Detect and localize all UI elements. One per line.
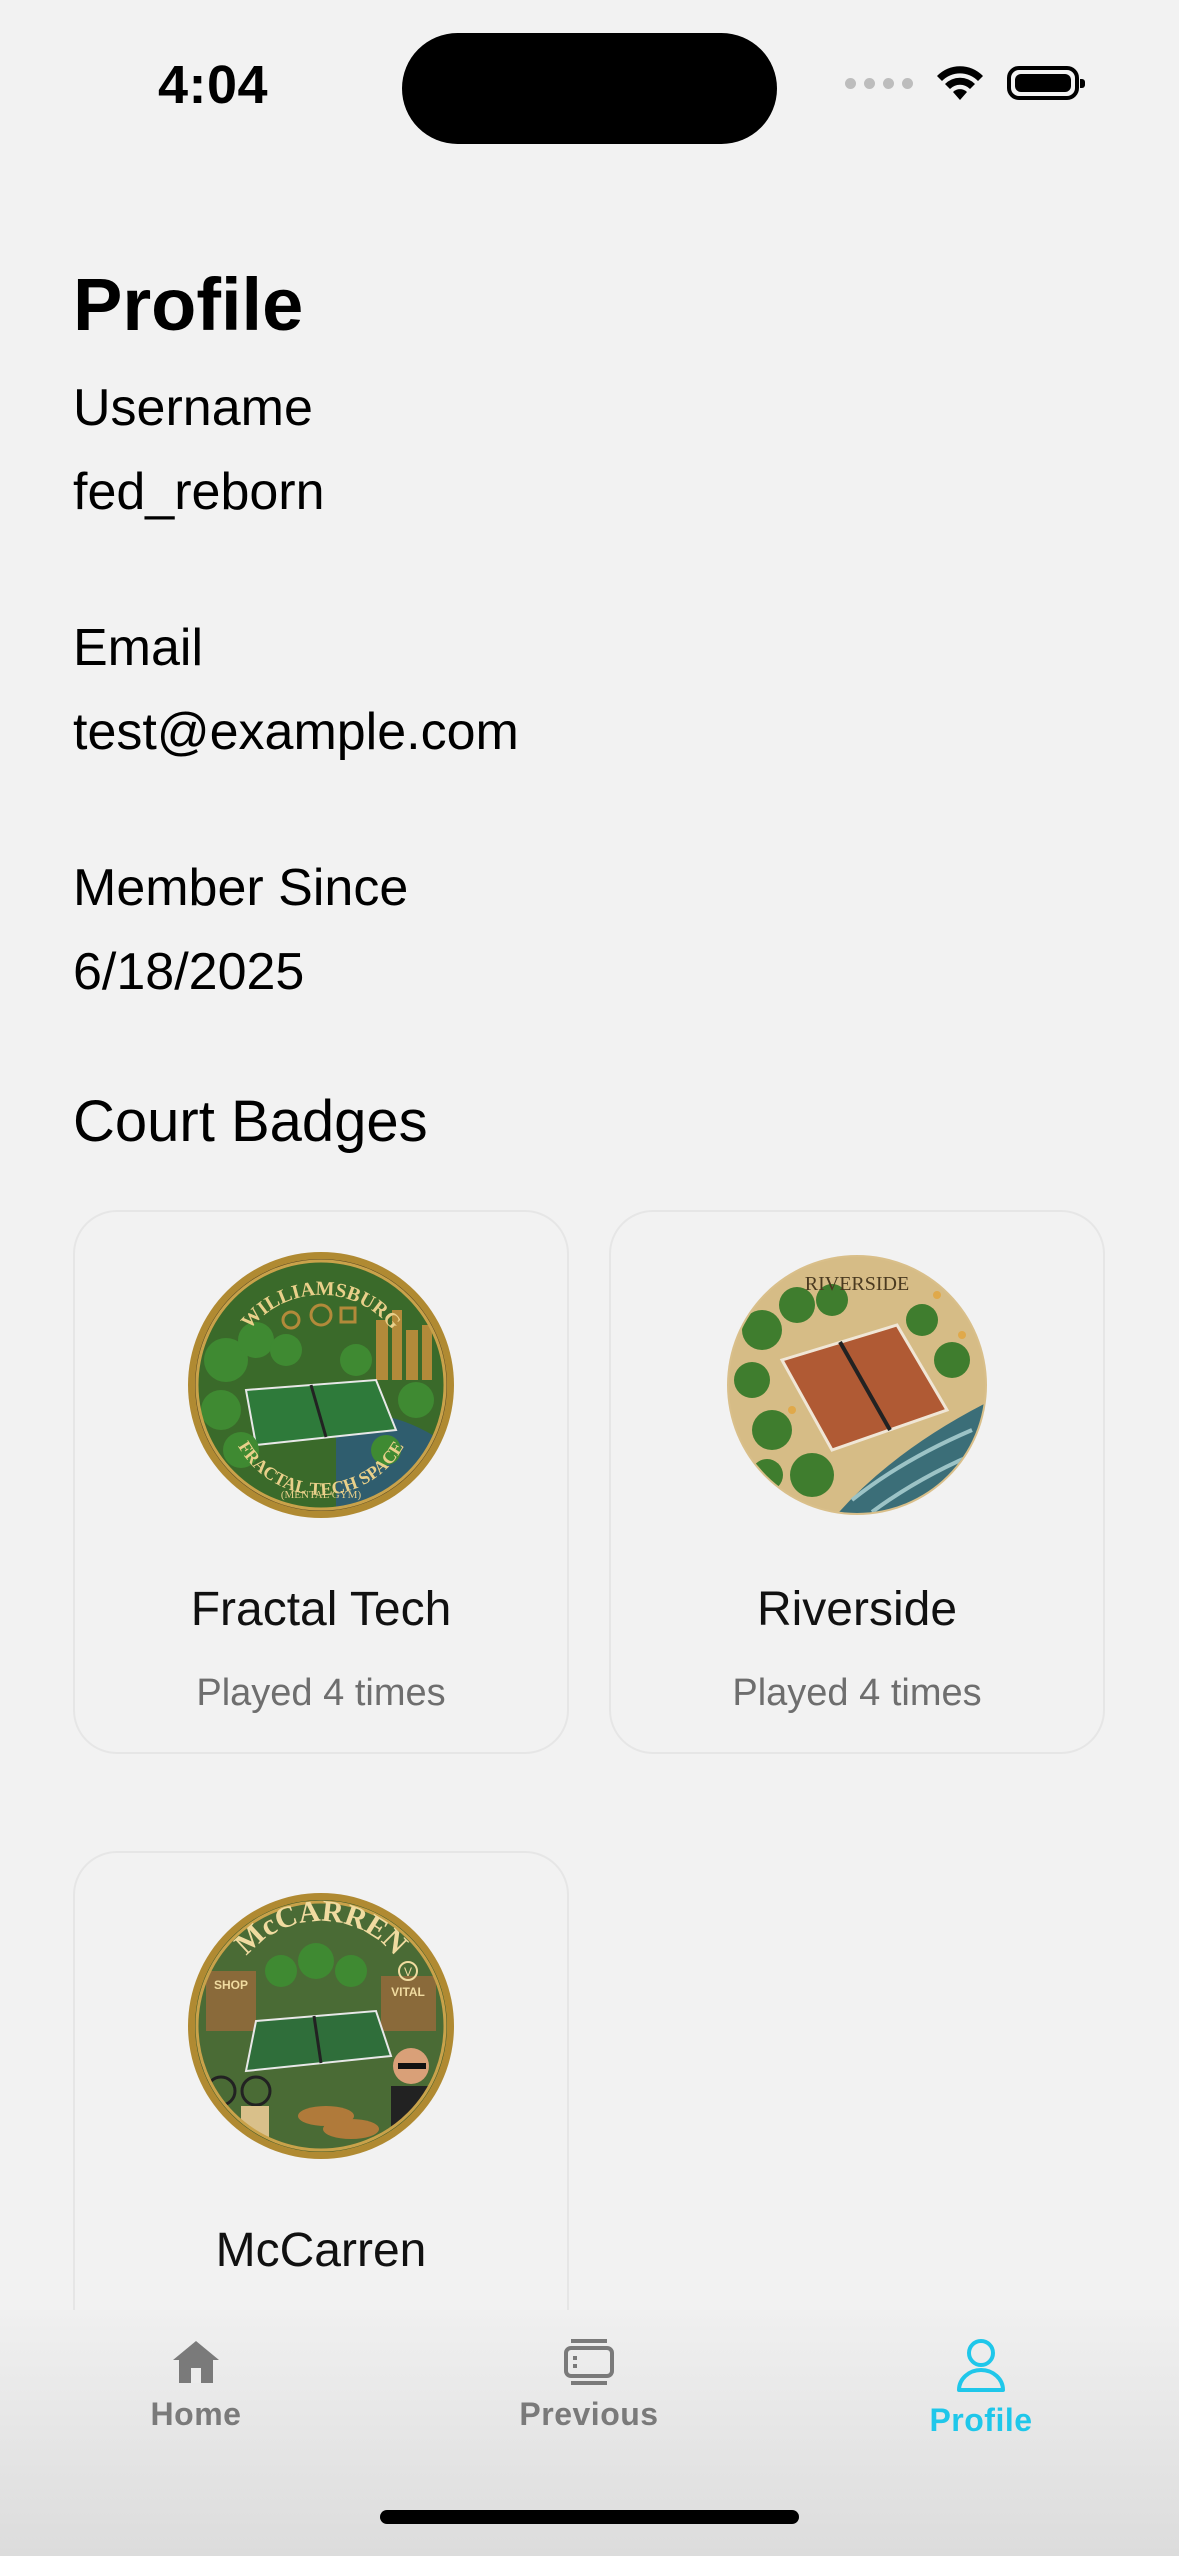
home-indicator	[380, 2510, 799, 2524]
username-label: Username	[73, 379, 313, 437]
tab-home-label: Home	[150, 2396, 242, 2432]
badge-played-count: Played 4 times	[732, 1672, 982, 1714]
riverside-badge-image: RIVERSIDE	[727, 1255, 987, 1515]
tab-previous-label: Previous	[519, 2396, 659, 2432]
mccarren-art-shop-text: SHOP	[214, 1978, 248, 1992]
member-since-value: 6/18/2025	[73, 943, 305, 1001]
tab-home[interactable]: Home	[66, 2338, 326, 2433]
house-icon	[173, 2341, 219, 2383]
mccarren-art-v-text: V	[404, 1965, 412, 1979]
email-value: test@example.com	[73, 703, 519, 761]
cellular-signal-icon	[845, 77, 913, 89]
page-title: Profile	[73, 263, 304, 346]
badge-name: McCarren	[215, 2224, 427, 2277]
username-value: fed_reborn	[73, 463, 325, 521]
status-indicators	[845, 64, 1085, 102]
tab-previous[interactable]: Previous	[459, 2338, 719, 2433]
battery-icon	[1007, 66, 1085, 100]
wifi-icon	[937, 66, 983, 100]
riverside-art-title: RIVERSIDE	[805, 1273, 909, 1295]
dynamic-island	[402, 33, 777, 144]
badge-card-fractal-tech[interactable]: WILLIAMSBURG FRACTAL TECH SPACE (MENTAL …	[73, 1210, 569, 1754]
status-time: 4:04	[158, 55, 269, 115]
mccarren-art-vital-text: VITAL	[391, 1985, 425, 1999]
mccarren-badge-image: McCARREN SHOP V VITAL	[188, 1893, 454, 2159]
tab-profile-label: Profile	[929, 2402, 1033, 2438]
badge-name: Riverside	[756, 1583, 958, 1636]
badge-card-riverside[interactable]: RIVERSIDE Riverside Played 4 times	[609, 1210, 1105, 1754]
court-badges-title: Court Badges	[73, 1089, 428, 1154]
tab-profile[interactable]: Profile	[851, 2338, 1111, 2439]
list-icon	[564, 2339, 614, 2385]
member-since-label: Member Since	[73, 859, 409, 917]
email-label: Email	[73, 619, 204, 677]
fractal-tech-art-sub-text: (MENTAL GYM)	[281, 1489, 362, 1501]
person-icon	[957, 2339, 1005, 2392]
badge-played-count: Played 4 times	[196, 1672, 446, 1714]
badge-name: Fractal Tech	[190, 1583, 452, 1636]
fractal-tech-badge-image: WILLIAMSBURG FRACTAL TECH SPACE (MENTAL …	[188, 1252, 454, 1518]
badge-card-mccarren[interactable]: McCARREN SHOP V VITAL McCarren	[73, 1851, 569, 2371]
